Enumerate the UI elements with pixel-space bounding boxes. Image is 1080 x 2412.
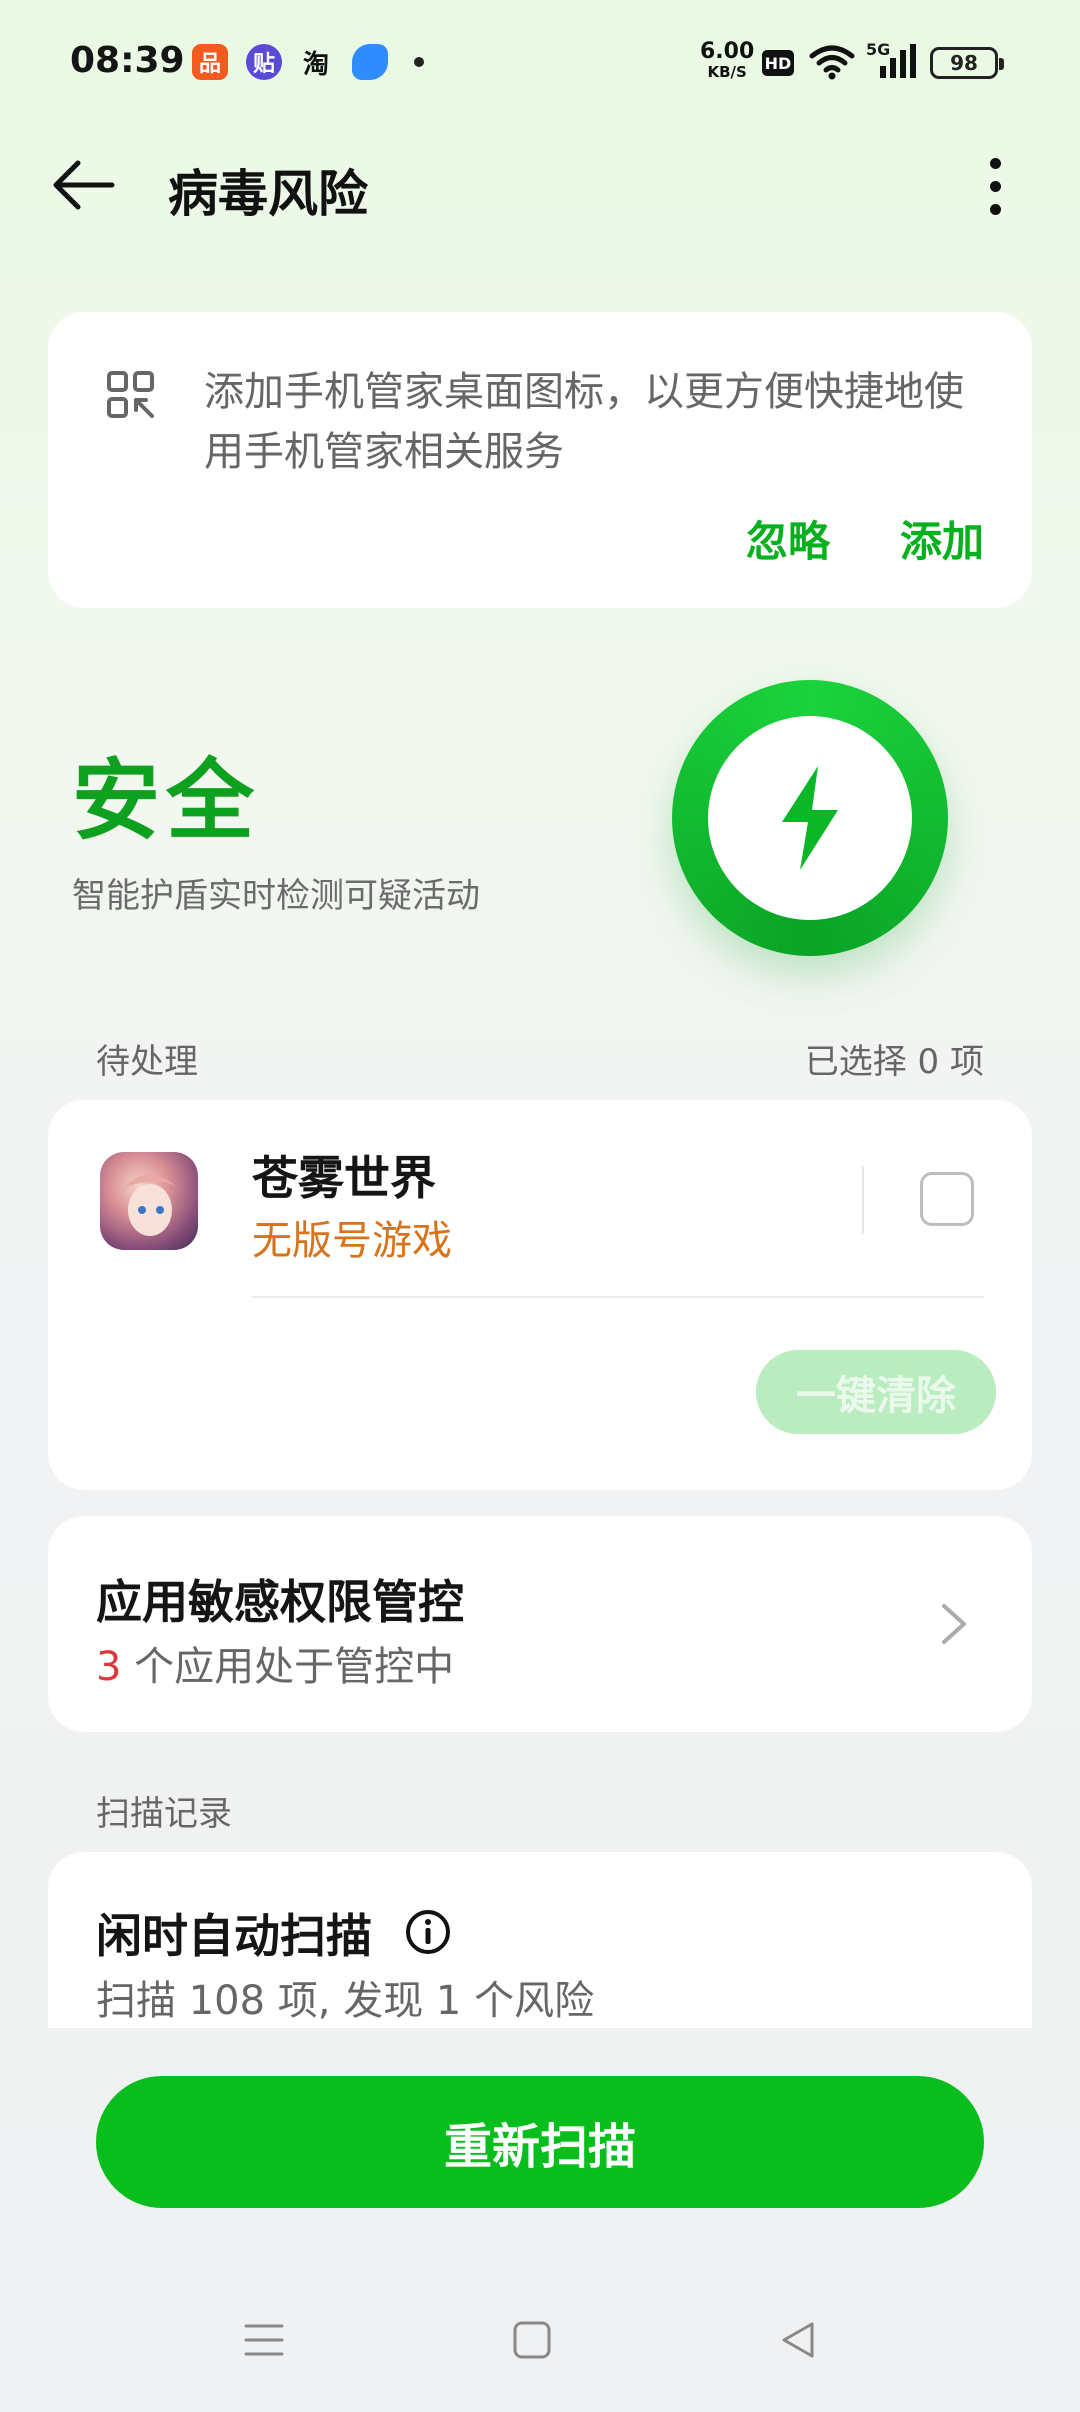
more-menu-button[interactable] bbox=[975, 152, 1015, 222]
notification-dot-icon bbox=[414, 57, 424, 67]
home-nav-icon[interactable] bbox=[512, 2320, 552, 2360]
app-icon-blue bbox=[352, 44, 388, 80]
wifi-icon bbox=[809, 45, 855, 80]
info-icon[interactable] bbox=[404, 1908, 452, 1956]
back-button[interactable] bbox=[48, 155, 128, 215]
shortcut-icon bbox=[107, 371, 154, 418]
hd-icon: HD bbox=[762, 50, 794, 76]
app-icon-taobao: 淘 bbox=[302, 49, 329, 80]
app-icon-tie: 贴 bbox=[246, 44, 282, 80]
scan-records-label: 扫描记录 bbox=[96, 1794, 232, 1834]
chevron-right-icon bbox=[942, 1604, 966, 1644]
scan-record-title: 闲时自动扫描 bbox=[96, 1909, 372, 1963]
permission-control-card[interactable]: 应用敏感权限管控 3 个应用处于管控中 bbox=[48, 1516, 1032, 1732]
menu-nav-icon[interactable] bbox=[244, 2320, 284, 2360]
add-button[interactable]: 添加 bbox=[900, 508, 984, 569]
shortcut-message: 添加手机管家桌面图标，以更方便快捷地使用手机管家相关服务 bbox=[204, 369, 964, 475]
one-click-clean-button[interactable]: 一键清除 bbox=[756, 1350, 996, 1434]
pending-card: 苍雾世界 无版号游戏 一键清除 bbox=[48, 1100, 1032, 1490]
shortcut-card: 添加手机管家桌面图标，以更方便快捷地使用手机管家相关服务 忽略 添加 bbox=[48, 312, 1032, 608]
security-status-subtitle: 智能护盾实时检测可疑活动 bbox=[72, 876, 480, 916]
risk-tag: 无版号游戏 bbox=[252, 1218, 452, 1264]
status-time: 08:39 bbox=[70, 40, 185, 81]
battery-icon: 98 bbox=[930, 47, 1004, 79]
arrow-left-icon bbox=[53, 160, 115, 210]
net-speed: 6.00 KB/S bbox=[700, 39, 755, 82]
scan-record-card: 闲时自动扫描 扫描 108 项, 发现 1 个风险 bbox=[48, 1852, 1032, 2028]
lightning-icon bbox=[782, 766, 838, 870]
page-title: 病毒风险 bbox=[168, 165, 368, 223]
selected-count: 已选择 0 项 bbox=[804, 1042, 984, 1082]
divider bbox=[252, 1296, 984, 1298]
scan-summary: 扫描 108 项, 发现 1 个风险 bbox=[96, 1978, 595, 2024]
app-icon-orange: 品 bbox=[192, 44, 228, 80]
pending-label: 待处理 bbox=[96, 1042, 198, 1082]
permission-title: 应用敏感权限管控 bbox=[96, 1575, 464, 1629]
shield-status-ring[interactable] bbox=[672, 680, 948, 956]
back-nav-icon[interactable] bbox=[778, 2320, 818, 2360]
game-app-icon bbox=[100, 1152, 198, 1250]
select-checkbox[interactable] bbox=[920, 1172, 974, 1226]
status-bar: 08:39 品 贴 淘 6.00 KB/S HD 5G 98 bbox=[0, 0, 1080, 120]
permission-summary: 3 个应用处于管控中 bbox=[96, 1644, 455, 1690]
security-status-title: 安全 bbox=[72, 749, 261, 852]
divider bbox=[862, 1166, 864, 1234]
signal-icon bbox=[880, 44, 916, 78]
rescan-button[interactable]: 重新扫描 bbox=[96, 2076, 984, 2208]
app-name: 苍雾世界 bbox=[252, 1151, 436, 1205]
ignore-button[interactable]: 忽略 bbox=[746, 508, 830, 569]
